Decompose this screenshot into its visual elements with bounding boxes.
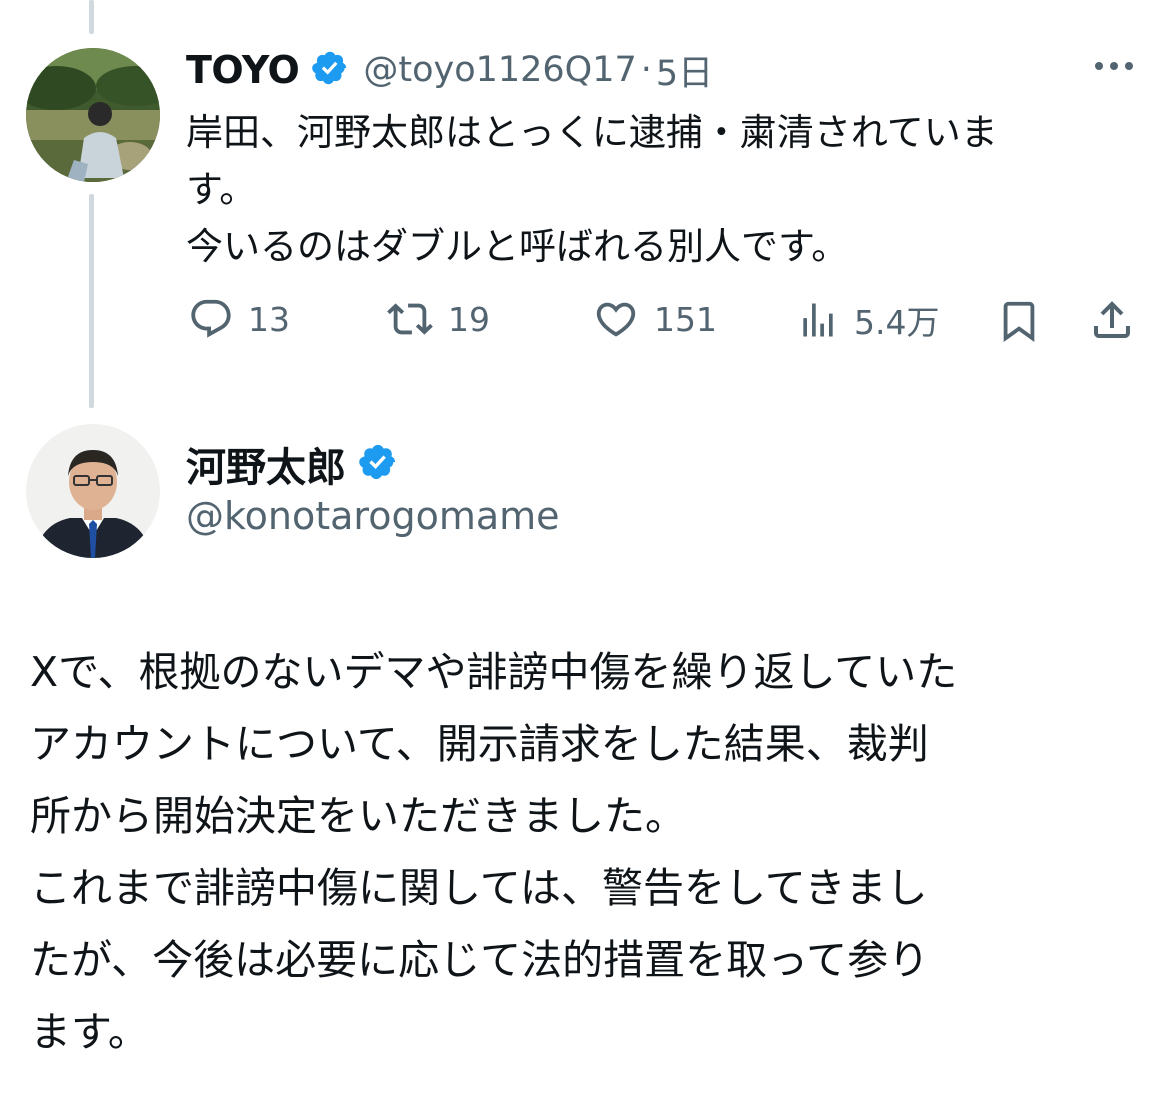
main-tweet-header: 河野太郎 bbox=[186, 436, 398, 492]
parent-text-line: す。 bbox=[186, 168, 257, 211]
more-icon[interactable] bbox=[1095, 62, 1133, 70]
share-button[interactable] bbox=[1088, 296, 1136, 344]
reply-icon bbox=[188, 296, 234, 342]
main-text-line: 所から開始決定をいただきました。 bbox=[30, 792, 686, 840]
konotaro-avatar[interactable] bbox=[26, 424, 160, 558]
parent-display-name[interactable]: TOYO bbox=[186, 48, 300, 92]
reply-button[interactable]: 13 bbox=[188, 296, 290, 342]
views-icon bbox=[796, 297, 840, 343]
main-text-line: アカウントについて、開示請求をした結果、裁判 bbox=[30, 720, 929, 768]
main-text-line: これまで誹謗中傷に関しては、警告をしてきまし bbox=[30, 864, 928, 912]
tweet-action-bar: 13 19 151 5.4万 bbox=[0, 296, 1170, 348]
header-separator: · bbox=[640, 50, 652, 90]
parent-tweet-header: TOYO @toyo1126Q17 · 5日 bbox=[186, 44, 713, 96]
reply-count: 13 bbox=[248, 299, 290, 339]
retweet-icon bbox=[386, 296, 434, 342]
verified-badge-icon bbox=[358, 442, 398, 486]
toyo-avatar[interactable] bbox=[26, 48, 160, 182]
like-count: 151 bbox=[654, 299, 717, 339]
main-text-line: Xで、根拠のないデマや誹謗中傷を繰り返していた bbox=[30, 648, 958, 696]
main-tweet-text: Xで、根拠のないデマや誹謗中傷を繰り返していた アカウントについて、開示請求をし… bbox=[30, 636, 1140, 1068]
like-icon bbox=[592, 296, 640, 342]
bookmark-button[interactable] bbox=[996, 296, 1042, 346]
share-icon bbox=[1088, 296, 1136, 344]
main-text-line: たが、今後は必要に応じて法的措置を取って参り bbox=[30, 936, 930, 984]
bookmark-icon bbox=[996, 296, 1042, 346]
parent-timestamp[interactable]: 5日 bbox=[656, 45, 713, 96]
verified-badge-icon bbox=[311, 49, 349, 91]
thread-line-top bbox=[89, 0, 94, 34]
view-count: 5.4万 bbox=[854, 303, 940, 342]
main-handle[interactable]: @konotarogomame bbox=[186, 494, 560, 538]
retweet-count: 19 bbox=[448, 299, 490, 339]
parent-tweet-text: 岸田、河野太郎はとっくに逮捕・粛清されていま す。 今いるのはダブルと呼ばれる別… bbox=[186, 104, 1126, 275]
parent-text-line: 岸田、河野太郎はとっくに逮捕・粛清されていま bbox=[186, 111, 998, 154]
parent-text-line: 今いるのはダブルと呼ばれる別人です。 bbox=[186, 225, 849, 268]
main-text-line: ます。 bbox=[30, 1008, 149, 1056]
retweet-button[interactable]: 19 bbox=[386, 296, 490, 342]
parent-handle[interactable]: @toyo1126Q17 bbox=[363, 50, 636, 90]
like-button[interactable]: 151 bbox=[592, 296, 717, 342]
views-button[interactable]: 5.4万 bbox=[796, 296, 939, 344]
main-display-name[interactable]: 河野太郎 bbox=[186, 435, 346, 493]
